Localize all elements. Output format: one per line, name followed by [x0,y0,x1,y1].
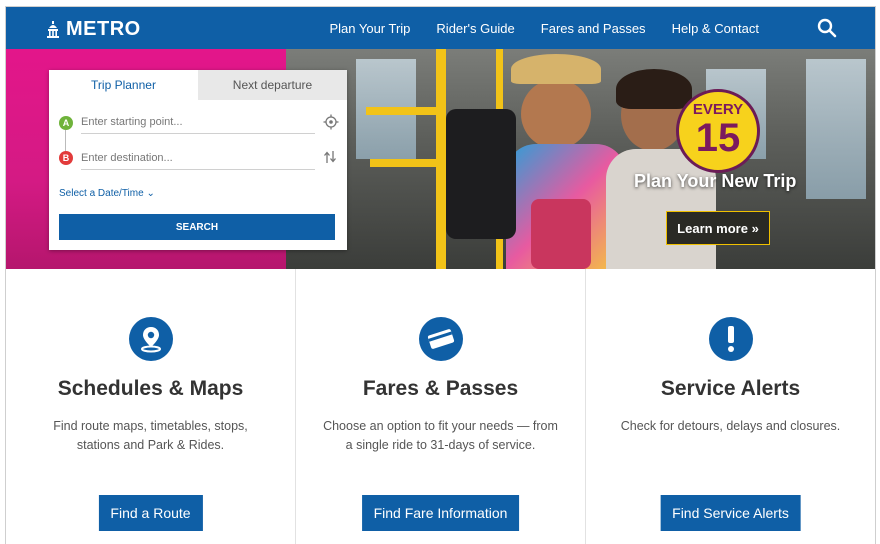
nav-help-contact[interactable]: Help & Contact [672,21,759,36]
schedules-maps-title: Schedules & Maps [57,377,244,400]
logo-text: METRO [66,18,141,40]
fares-passes-title: Fares & Passes [362,377,519,400]
every-15-badge: EVERY 15 [676,89,760,173]
top-navbar: METRO Plan Your Trip Rider's Guide Fares… [6,7,875,49]
destination-marker: B [59,151,73,165]
locate-icon[interactable] [323,114,339,130]
destination-row: B [49,140,336,176]
select-date-time-link[interactable]: Select a Date/Time ⌄ [59,188,155,199]
start-row: A [49,104,339,154]
service-alerts-column: Service Alerts Check for detours, delays… [585,269,875,544]
fare-card-icon [418,317,463,361]
fares-passes-description: Choose an option to fit your needs — fro… [323,419,558,452]
feature-columns: Schedules & Maps Find route maps, timeta… [6,269,875,544]
map-pin-icon [128,317,173,361]
metro-logo[interactable]: METRO [46,18,141,41]
main-nav: Plan Your Trip Rider's Guide Fares and P… [303,7,759,49]
search-icon[interactable] [817,18,837,38]
service-alerts-description: Check for detours, delays and closures. [620,419,841,433]
tab-next-departure[interactable]: Next departure [198,70,347,100]
find-a-route-button[interactable]: Find a Route [98,495,203,531]
nav-plan-your-trip[interactable]: Plan Your Trip [329,21,410,36]
learn-more-button[interactable]: Learn more » [666,211,770,245]
trip-search-button[interactable]: SEARCH [59,214,335,240]
find-service-alerts-button[interactable]: Find Service Alerts [660,495,801,531]
trip-planner-card: Trip Planner Next departure A B [49,70,347,250]
nav-fares-and-passes[interactable]: Fares and Passes [541,21,646,36]
tab-trip-planner[interactable]: Trip Planner [49,70,198,100]
hero-banner: EVERY 15 Plan Your New Trip Learn more »… [6,49,875,269]
hero-title: Plan Your New Trip [634,171,797,191]
schedules-maps-description: Find route maps, timetables, stops, stat… [53,419,248,452]
start-marker: A [59,116,73,130]
hero-photo [286,49,875,269]
starting-point-input[interactable] [81,110,315,134]
alert-icon [708,317,753,361]
badge-number: 15 [695,116,741,160]
page-frame: METRO Plan Your Trip Rider's Guide Fares… [5,6,876,544]
find-fare-information-button[interactable]: Find Fare Information [361,495,520,531]
schedules-maps-column: Schedules & Maps Find route maps, timeta… [6,269,295,544]
capitol-icon [47,20,59,38]
planner-tabs: Trip Planner Next departure [49,70,347,100]
nav-riders-guide[interactable]: Rider's Guide [436,21,514,36]
swap-icon[interactable] [323,149,337,165]
service-alerts-title: Service Alerts [660,377,801,400]
fares-passes-column: Fares & Passes Choose an option to fit y… [295,269,585,544]
destination-input[interactable] [81,146,315,170]
